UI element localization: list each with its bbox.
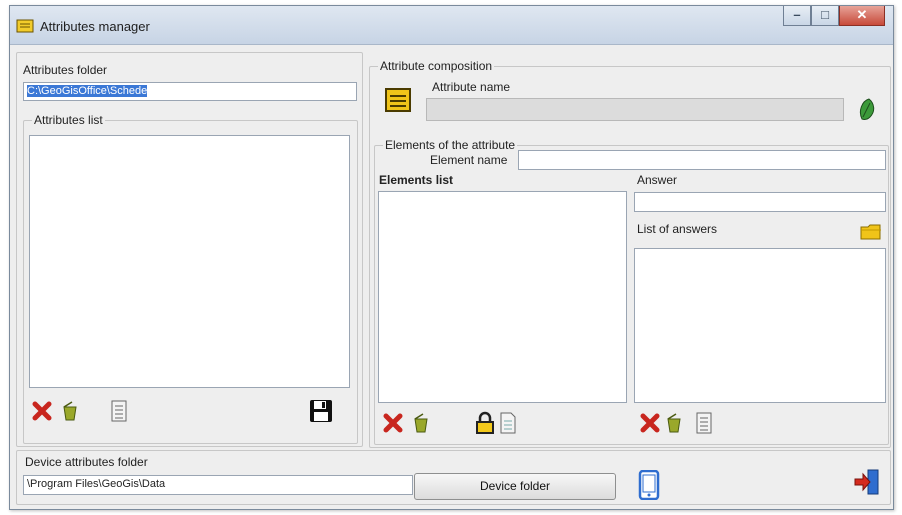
maximize-icon: □ [821, 7, 829, 22]
delete-attribute-button[interactable] [29, 398, 55, 424]
answer-properties-button[interactable] [691, 410, 717, 436]
attribute-properties-button[interactable] [106, 398, 132, 424]
new-element-button[interactable] [408, 410, 434, 436]
close-button[interactable]: ✕ [839, 6, 885, 26]
element-name-label: Element name [430, 153, 508, 167]
attributes-folder-input[interactable]: C:\GeoGisOffice\Schede [23, 82, 357, 101]
save-button[interactable] [308, 398, 334, 424]
maximize-button[interactable]: □ [811, 6, 839, 26]
device-folder-button[interactable]: Device folder [414, 473, 616, 500]
device-attributes-folder-label: Device attributes folder [25, 455, 148, 469]
device-folder-area: Device attributes folder \Program Files\… [16, 450, 891, 505]
delete-icon [383, 413, 403, 433]
lock-icon [476, 411, 494, 434]
elements-of-attribute-group: Elements of the attribute Element name E… [374, 138, 889, 445]
empty-bucket-icon [667, 413, 681, 433]
delete-icon [640, 413, 660, 433]
window-title: Attributes manager [40, 19, 150, 34]
minimize-button[interactable]: – [783, 6, 811, 26]
close-icon: ✕ [856, 7, 868, 22]
attribute-composition-group: Attribute composition Attribute name Ele… [369, 59, 891, 448]
element-name-input[interactable] [518, 150, 886, 170]
delete-element-button[interactable] [380, 410, 406, 436]
delete-answer-button[interactable] [637, 410, 663, 436]
exit-button[interactable] [852, 467, 882, 497]
delete-icon [32, 401, 52, 421]
empty-bucket-icon [63, 401, 77, 421]
mobile-device-icon [638, 470, 660, 500]
attribute-name-label: Attribute name [432, 80, 511, 94]
minimize-icon: – [793, 7, 801, 22]
list-of-answers-label: List of answers [637, 222, 718, 236]
attributes-manager-icon [16, 19, 34, 33]
attribute-name-input[interactable] [426, 98, 844, 121]
save-floppy-icon [310, 400, 332, 422]
folder-icon [860, 224, 881, 240]
answer-input[interactable] [634, 192, 886, 212]
attributes-listbox[interactable] [29, 135, 350, 388]
open-answers-folder-button[interactable] [858, 219, 884, 245]
exit-door-icon [854, 469, 879, 495]
document-icon [500, 412, 516, 434]
attribute-composition-legend: Attribute composition [378, 59, 495, 73]
device-button[interactable] [635, 469, 663, 501]
title-bar: Attributes manager – □ ✕ [10, 6, 893, 45]
device-folder-input[interactable]: \Program Files\GeoGis\Data [23, 475, 413, 495]
list-icon [111, 400, 127, 422]
new-answer-button[interactable] [661, 410, 687, 436]
attributes-list-group: Attributes list [23, 113, 358, 444]
window-controls: – □ ✕ [783, 6, 885, 28]
elements-list-label: Elements list [379, 173, 454, 187]
elements-of-attribute-legend: Elements of the attribute [383, 138, 518, 152]
element-document-button[interactable] [495, 410, 521, 436]
empty-bucket-icon [414, 413, 428, 433]
attributes-list-legend: Attributes list [32, 113, 105, 127]
attribute-tool-button[interactable] [854, 96, 880, 122]
green-leaf-icon [859, 98, 875, 120]
new-attribute-button[interactable] [57, 398, 83, 424]
attributes-manager-window: Attributes manager – □ ✕ Attributes fold… [9, 5, 894, 510]
answers-listbox[interactable] [634, 248, 886, 403]
attributes-folder-label: Attributes folder [23, 63, 108, 77]
attribute-card-icon [385, 88, 411, 112]
left-panel: Attributes folder C:\GeoGisOffice\Schede… [16, 52, 363, 447]
list-icon [696, 412, 712, 434]
elements-listbox[interactable] [378, 191, 627, 403]
answer-label: Answer [637, 173, 678, 187]
